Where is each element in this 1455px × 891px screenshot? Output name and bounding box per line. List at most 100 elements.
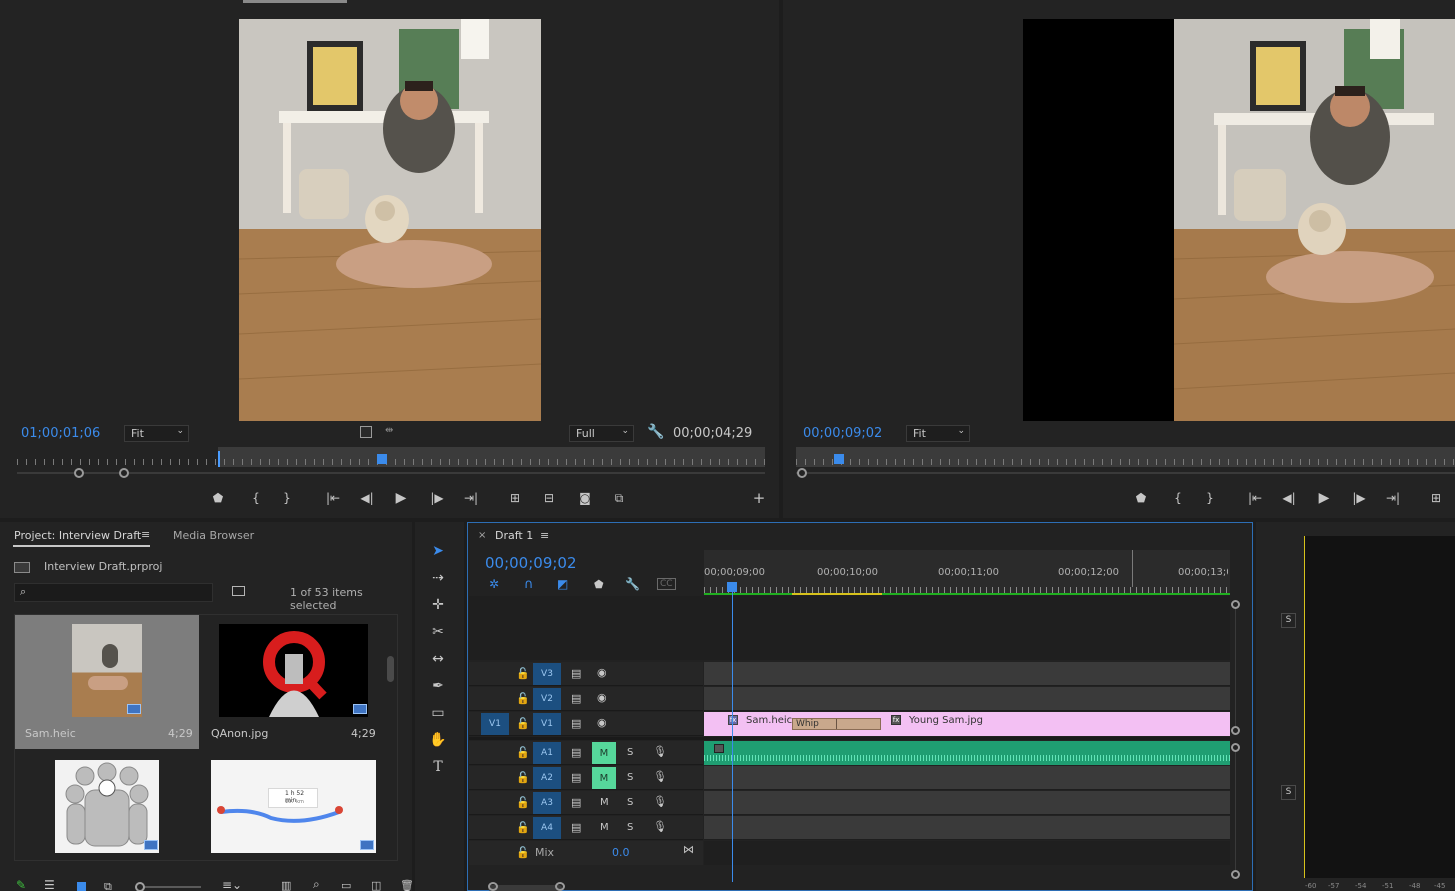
tab-project[interactable]: Project: Interview Draft [14,529,141,542]
solo-button-a3[interactable]: S [627,797,633,808]
track-target-a2[interactable]: A2 [533,767,561,789]
source-fit-dropdown[interactable]: Fit ⌄ [124,425,189,442]
voiceover-mic-icon[interactable]: 🎙 [653,820,667,833]
program-playhead[interactable] [834,454,844,464]
panel-menu-icon[interactable]: ≡ [141,528,150,541]
step-back-icon[interactable]: ◀| [1279,489,1299,507]
voiceover-mic-icon[interactable]: 🎙 [653,745,667,758]
timeline-zoom-handle-left[interactable] [488,882,498,891]
mute-button-a3[interactable]: M [600,797,609,808]
go-to-out-icon[interactable]: ⇥| [461,489,481,507]
track-target-a1[interactable]: A1 [533,742,561,764]
lock-icon[interactable]: 🔓 [516,771,530,784]
transition-whip[interactable]: Whip [792,718,881,730]
mute-button-a2[interactable]: M [592,767,616,789]
linked-selection-icon[interactable]: ◩ [557,577,568,591]
mute-button-a4[interactable]: M [600,822,609,833]
mix-out-icon[interactable]: ⋈ [683,843,694,856]
tab-media-browser[interactable]: Media Browser [173,529,254,542]
voiceover-mic-icon[interactable]: 🎙 [653,770,667,783]
timeline-zoom-bar[interactable] [488,885,562,891]
lift-icon[interactable]: ⊞ [1426,489,1446,507]
audio-scroll-handle-bottom[interactable] [1231,870,1240,879]
icon-view-icon[interactable] [77,882,86,891]
insert-icon[interactable]: ⊞ [505,489,525,507]
track-lane-a2[interactable] [704,766,1230,790]
selection-tool-icon[interactable]: ➤ [426,540,450,562]
zoom-handle-left[interactable] [74,468,84,478]
sync-lock-icon[interactable]: ▤ [571,692,581,705]
step-back-icon[interactable]: ◀| [357,489,377,507]
lock-icon[interactable]: 🔓 [516,821,530,834]
mark-in-icon[interactable]: { [246,489,266,507]
eye-icon[interactable]: ◉ [597,691,607,704]
track-target-v2[interactable]: V2 [533,688,561,710]
sync-lock-icon[interactable]: ▤ [571,746,581,759]
lock-icon[interactable]: 🔓 [516,746,530,759]
solo-button-a2[interactable]: S [627,772,633,783]
track-lane-v2[interactable] [704,687,1230,711]
snap-icon[interactable]: ∩ [524,577,534,592]
timeline-settings-wrench-icon[interactable]: 🔧 [625,577,640,591]
add-marker-icon[interactable]: ⬟ [208,489,228,507]
freeform-view-icon[interactable]: ⧉ [104,880,112,891]
wrench-icon[interactable]: 🔧 [647,424,664,440]
track-lane-a3[interactable] [704,791,1230,815]
mark-in-icon[interactable]: { [1168,489,1188,507]
captions-icon[interactable]: CC [657,578,676,590]
audio-scroll-handle-top[interactable] [1231,743,1240,752]
program-zoom-bar[interactable] [796,472,1455,474]
new-bin-icon[interactable]: ▭ [341,879,351,891]
voiceover-mic-icon[interactable]: 🎙 [653,795,667,808]
step-forward-icon[interactable]: |▶ [1349,489,1369,507]
step-forward-icon[interactable]: |▶ [427,489,447,507]
source-playhead[interactable] [377,454,387,464]
sync-lock-icon[interactable]: ▤ [571,796,581,809]
track-target-v3[interactable]: V3 [533,663,561,685]
drag-video-audio-icon[interactable]: ⇹ [385,425,393,436]
overwrite-icon[interactable]: ⊟ [539,489,559,507]
sync-lock-icon[interactable]: ▤ [571,771,581,784]
go-to-in-icon[interactable]: |⇤ [323,489,343,507]
play-icon[interactable]: ▶ [1314,489,1334,507]
lock-icon[interactable]: 🔓 [516,692,530,705]
program-time-ruler[interactable] [796,447,1455,467]
timeline-zoom-handle-right[interactable] [555,882,565,891]
video-scroll-handle-top[interactable] [1231,600,1240,609]
track-target-a4[interactable]: A4 [533,817,561,839]
razor-tool-icon[interactable]: ✂ [426,621,450,643]
trash-icon[interactable]: 🗑 [400,879,414,891]
solo-button-a4[interactable]: S [627,822,633,833]
video-scroll-handle-bottom[interactable] [1231,726,1240,735]
add-button-icon[interactable]: + [749,489,769,507]
ripple-edit-tool-icon[interactable]: ✛ [426,594,450,616]
add-marker-icon[interactable]: ⬟ [594,578,604,591]
camera-icon[interactable]: ◙ [575,489,595,507]
type-tool-icon[interactable]: T [426,756,450,778]
sync-lock-icon[interactable]: ▤ [571,717,581,730]
snap-nest-icon[interactable]: ✲ [489,577,499,591]
lock-icon[interactable]: 🔓 [516,667,530,680]
sync-lock-icon[interactable]: ▤ [571,667,581,680]
lock-icon[interactable]: 🔓 [516,846,530,859]
pen-tool-icon[interactable]: ✒ [426,675,450,697]
source-current-timecode[interactable]: 01;00;01;06 [21,426,100,441]
track-target-a3[interactable]: A3 [533,792,561,814]
new-bin-from-search-icon[interactable] [232,586,245,596]
sync-lock-icon[interactable]: ▤ [571,821,581,834]
zoom-slider[interactable] [135,882,201,891]
write-protect-icon[interactable]: ✎ [16,878,26,891]
mark-out-icon[interactable]: } [277,489,297,507]
slip-tool-icon[interactable]: ↔ [426,648,450,670]
mark-out-icon[interactable]: } [1200,489,1220,507]
panel-menu-icon[interactable]: ≡ [540,529,549,542]
play-icon[interactable]: ▶ [391,489,411,507]
track-lane-v3[interactable] [704,662,1230,686]
source-time-ruler[interactable] [17,447,765,467]
find-icon[interactable]: ⌕ [313,877,320,891]
new-item-icon[interactable]: ◫ [371,879,381,891]
search-input[interactable]: ⌕ [14,583,213,602]
solo-button-a1[interactable]: S [627,747,633,758]
lock-icon[interactable]: 🔓 [516,796,530,809]
eye-icon[interactable]: ◉ [597,666,607,679]
